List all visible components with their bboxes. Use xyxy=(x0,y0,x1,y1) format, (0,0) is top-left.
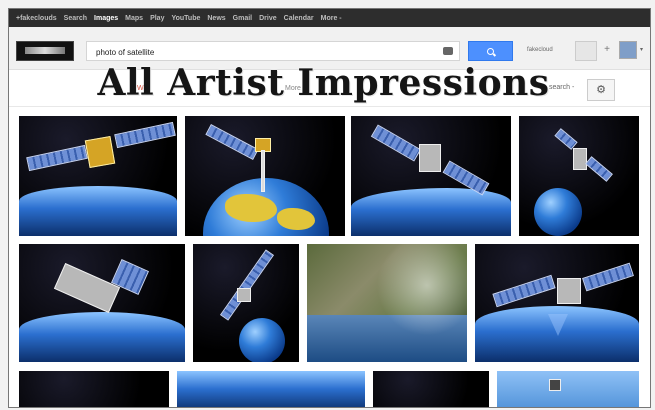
solar-panel xyxy=(370,124,422,162)
continent xyxy=(277,208,315,230)
satellite-body xyxy=(84,135,116,169)
image-result[interactable] xyxy=(19,244,185,362)
satellite-body xyxy=(549,379,561,391)
satellite-body xyxy=(557,278,581,304)
image-results-grid xyxy=(9,107,650,407)
signal-beam xyxy=(548,314,568,336)
avatar[interactable] xyxy=(619,41,637,59)
topnav-item-drive[interactable]: Drive xyxy=(259,15,277,22)
solar-panel xyxy=(26,144,88,172)
image-result[interactable] xyxy=(519,116,639,236)
telescope-body xyxy=(53,263,121,313)
topnav-item-news[interactable]: News xyxy=(207,15,225,22)
satellite-body xyxy=(237,288,251,302)
solar-panel xyxy=(585,156,613,182)
topnav-item-youtube[interactable]: YouTube xyxy=(171,15,200,22)
continent xyxy=(225,194,277,222)
search-button[interactable] xyxy=(468,41,513,61)
ocean-area xyxy=(307,314,467,362)
google-logo[interactable] xyxy=(16,41,74,61)
overlay-title: All Artist Impressions xyxy=(97,62,550,104)
image-result[interactable] xyxy=(497,371,639,407)
image-result[interactable] xyxy=(475,244,639,362)
solar-panel xyxy=(492,274,556,308)
topnav-item-more[interactable]: More - xyxy=(321,15,342,22)
antenna xyxy=(261,150,265,192)
earth-image xyxy=(177,371,365,407)
plus-button[interactable]: + xyxy=(599,41,615,59)
earth-image xyxy=(19,186,177,236)
search-box[interactable] xyxy=(86,41,460,63)
topnav-item-images[interactable]: Images xyxy=(94,15,118,22)
google-top-bar: +fakeclouds Search Images Maps Play YouT… xyxy=(9,9,650,27)
image-result[interactable] xyxy=(373,371,489,407)
earth-image xyxy=(239,318,285,362)
search-input[interactable] xyxy=(87,42,428,63)
topnav-item-maps[interactable]: Maps xyxy=(125,15,143,22)
image-result[interactable] xyxy=(351,116,511,236)
image-result[interactable] xyxy=(19,116,177,236)
solar-panel xyxy=(114,121,176,149)
image-result[interactable] xyxy=(177,371,365,407)
camera-icon[interactable] xyxy=(443,47,453,55)
image-result[interactable] xyxy=(193,244,299,362)
satellite-body xyxy=(573,148,587,170)
share-button[interactable] xyxy=(575,41,597,61)
earth-image xyxy=(534,188,582,236)
chevron-down-icon[interactable]: ▾ xyxy=(640,46,643,53)
topnav-item-search[interactable]: Search xyxy=(64,15,87,22)
image-result[interactable] xyxy=(307,244,467,362)
earth-image xyxy=(19,312,185,362)
search-icon xyxy=(487,47,494,55)
solar-panel xyxy=(219,249,275,321)
topnav-item-calendar[interactable]: Calendar xyxy=(284,15,314,22)
user-name[interactable]: fakecloud xyxy=(527,47,553,53)
solar-panel xyxy=(554,128,578,150)
solar-panel xyxy=(205,124,259,160)
satellite-body xyxy=(419,144,441,172)
topnav-item-profile[interactable]: +fakeclouds xyxy=(16,15,57,22)
image-result[interactable] xyxy=(19,371,169,407)
solar-panel xyxy=(582,262,634,292)
image-result[interactable] xyxy=(185,116,345,236)
earth-image xyxy=(351,188,511,236)
topnav-item-play[interactable]: Play xyxy=(150,15,164,22)
topnav-item-gmail[interactable]: Gmail xyxy=(233,15,252,22)
